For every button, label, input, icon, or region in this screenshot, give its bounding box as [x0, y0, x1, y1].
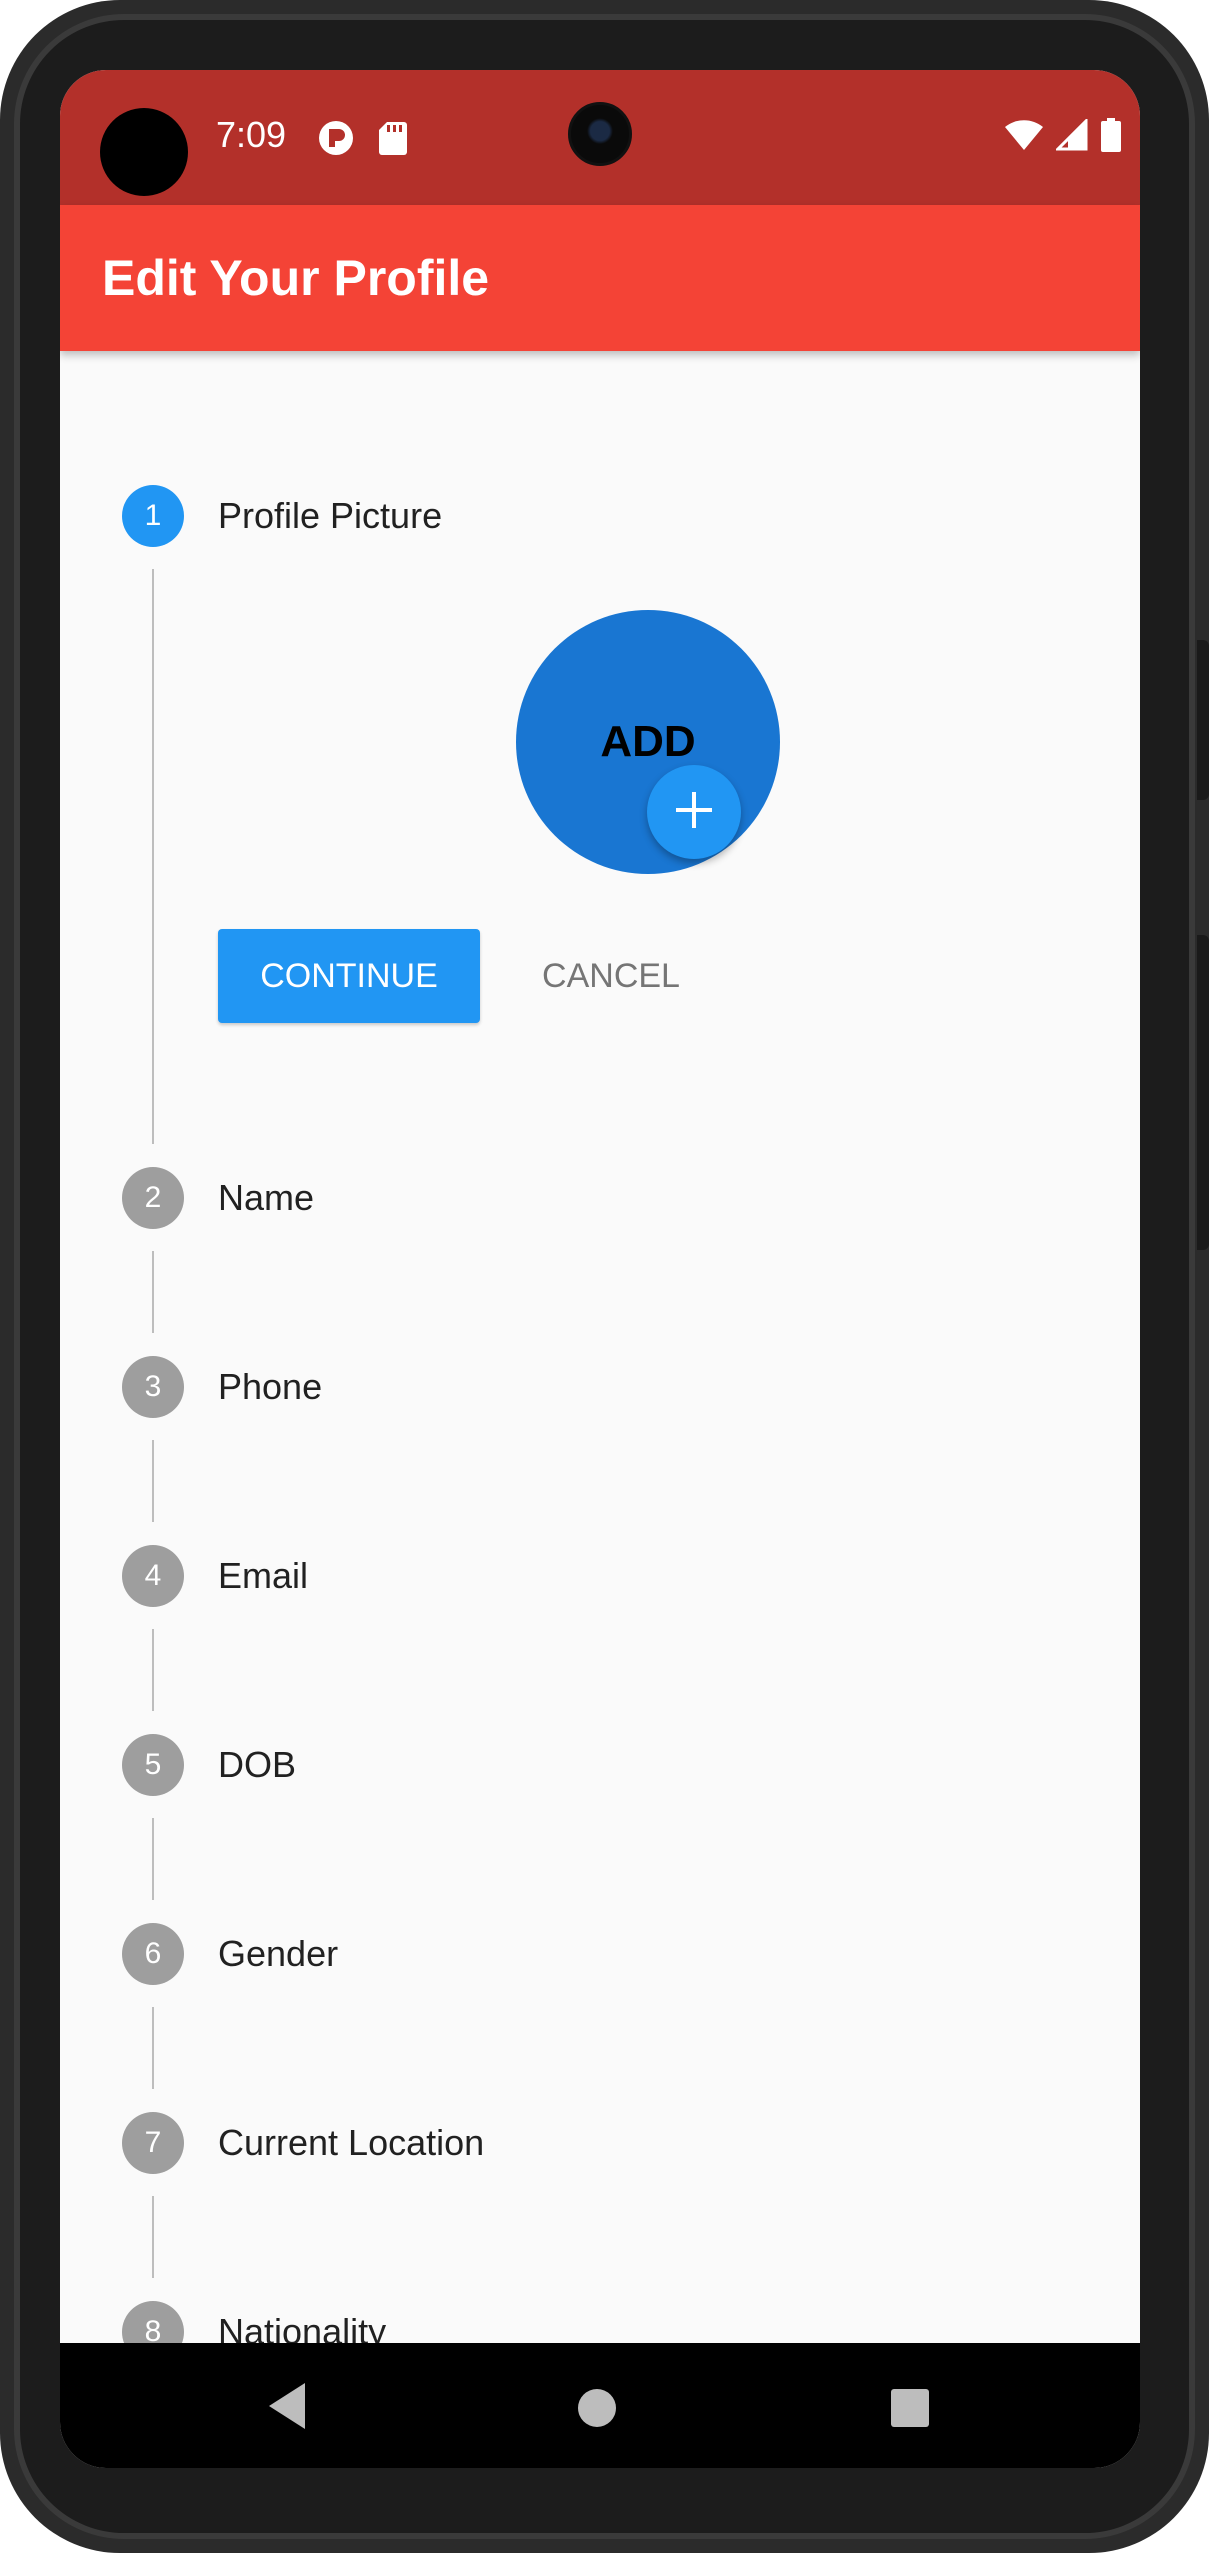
step-label: Profile Picture	[218, 495, 443, 536]
step-connector	[152, 2007, 154, 2089]
back-triangle-icon[interactable]	[263, 2379, 313, 2438]
app-bar: Edit Your Profile	[60, 205, 1140, 351]
status-bar: 7:09	[60, 70, 1140, 205]
sd-card-icon	[378, 120, 408, 161]
step-connector	[152, 2196, 154, 2278]
step-connector	[152, 569, 154, 1144]
screen: 7:09 Edit Your Profile 1 Profile Picture…	[60, 70, 1140, 2468]
status-right-icons	[1004, 117, 1122, 157]
profile-stepper: 1 Profile Picture ADD CONTINUE CANCEL 2	[60, 351, 1140, 2425]
status-time: 7:09	[216, 114, 287, 155]
step-connector	[152, 1251, 154, 1333]
step-label: Phone	[218, 1366, 323, 1407]
camera-cutout	[100, 108, 188, 196]
step-number-badge: 3	[122, 1356, 184, 1418]
cell-signal-icon	[1054, 117, 1088, 156]
front-camera	[568, 102, 632, 166]
continue-button[interactable]: CONTINUE	[218, 929, 480, 1023]
power-button	[1197, 640, 1209, 800]
recents-square-icon[interactable]	[890, 2388, 930, 2433]
home-circle-icon[interactable]	[577, 2388, 617, 2433]
plus-icon	[674, 790, 714, 835]
add-photo-button[interactable]	[647, 765, 741, 859]
step-connector	[152, 1440, 154, 1522]
step-number-badge: 1	[122, 485, 184, 547]
phone-frame: 7:09 Edit Your Profile 1 Profile Picture…	[0, 0, 1209, 2553]
step-connector	[152, 1629, 154, 1711]
volume-button	[1197, 935, 1209, 1250]
step-label: Name	[218, 1177, 315, 1218]
step-number-badge: 2	[122, 1167, 184, 1229]
system-nav-bar	[60, 2343, 1140, 2468]
step-number-badge: 7	[122, 2112, 184, 2174]
step-label: DOB	[218, 1744, 297, 1785]
avatar-add-text: ADD	[600, 717, 696, 766]
wifi-icon	[1004, 119, 1044, 156]
page-title: Edit Your Profile	[102, 250, 490, 306]
step-connector	[152, 1818, 154, 1900]
step-number-badge: 6	[122, 1923, 184, 1985]
cancel-button[interactable]: CANCEL	[518, 929, 704, 1023]
notification-app-icon	[318, 120, 354, 161]
step-label: Current Location	[218, 2122, 485, 2163]
profile-avatar[interactable]: ADD	[516, 610, 780, 874]
step-number-badge: 5	[122, 1734, 184, 1796]
battery-icon	[1100, 118, 1122, 157]
step-label: Email	[218, 1555, 309, 1596]
step-label: Gender	[218, 1933, 339, 1974]
step-number-badge: 4	[122, 1545, 184, 1607]
